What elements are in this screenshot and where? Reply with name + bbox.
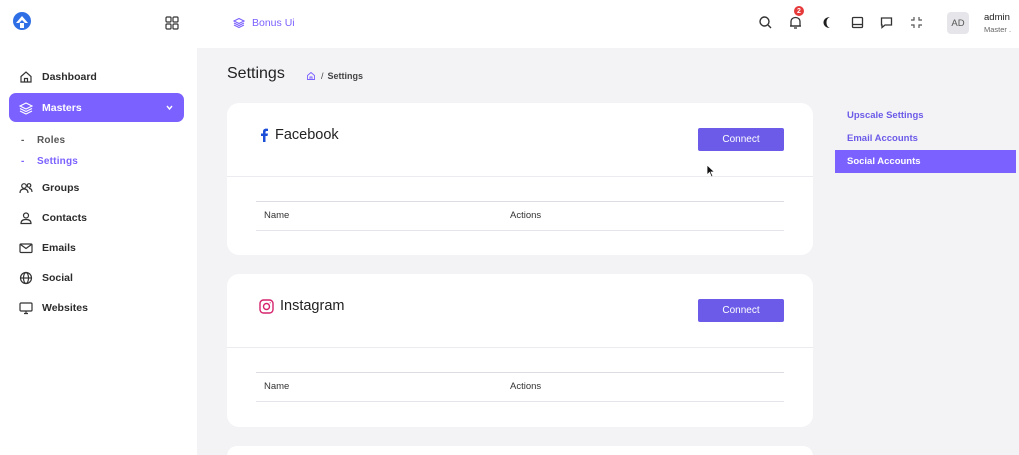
sidebar-nav: Dashboard Masters - Roles - Settings Gro…	[9, 62, 184, 323]
masters-submenu: - Roles - Settings	[9, 122, 184, 173]
card-divider	[227, 176, 813, 177]
column-header-name: Name	[264, 210, 290, 221]
user-icon	[20, 212, 32, 225]
globe-icon	[19, 271, 33, 285]
next-card	[227, 446, 813, 455]
instagram-card: Instagram Connect Name Actions	[227, 274, 813, 427]
settings-nav: Upscale Settings Email Accounts Social A…	[835, 104, 1016, 173]
table-header-border	[256, 401, 784, 402]
layers-icon	[19, 101, 33, 115]
sidebar-subitem-settings[interactable]: - Settings	[9, 151, 184, 172]
sidebar-item-label: Contacts	[42, 212, 87, 224]
sidebar-subitem-label: Settings	[37, 156, 79, 167]
page-title: Settings	[227, 65, 285, 82]
card-title: Instagram	[259, 298, 344, 314]
sidebar-item-label: Websites	[42, 302, 88, 314]
facebook-connect-button[interactable]: Connect	[698, 128, 784, 151]
home-icon[interactable]	[306, 71, 316, 81]
column-header-actions: Actions	[510, 381, 542, 392]
search-icon[interactable]	[757, 14, 774, 31]
brand-link[interactable]: Bonus Ui	[233, 17, 295, 29]
grid-menu-icon[interactable]	[165, 16, 179, 30]
sidebar-item-masters[interactable]: Masters	[9, 93, 184, 122]
facebook-icon	[261, 128, 268, 142]
bell-icon[interactable]	[787, 14, 804, 31]
top-header: Bonus Ui 2 AD admin Master .	[197, 0, 1019, 48]
sidebar-subitem-roles[interactable]: - Roles	[9, 130, 184, 151]
breadcrumb: / Settings	[306, 71, 363, 81]
sidebar-item-label: Dashboard	[42, 71, 97, 83]
avatar[interactable]: AD	[947, 12, 969, 34]
layers-icon	[233, 17, 245, 29]
sidebar-subitem-label: Roles	[37, 135, 66, 146]
sidebar-item-dashboard[interactable]: Dashboard	[9, 62, 184, 92]
sidebar-item-social[interactable]: Social	[9, 263, 184, 293]
sidebar-item-label: Social	[42, 272, 73, 284]
chevron-down-icon[interactable]	[165, 103, 174, 112]
settings-nav-email-accounts[interactable]: Email Accounts	[835, 127, 1016, 150]
fullscreen-exit-icon[interactable]	[908, 14, 925, 31]
sidebar-item-label: Emails	[42, 242, 76, 254]
user-role: Master .	[984, 25, 1012, 34]
mouse-cursor-icon	[706, 164, 716, 178]
table-header-border	[256, 372, 784, 373]
card-title-text: Facebook	[275, 127, 339, 143]
user-name[interactable]: admin	[984, 12, 1010, 23]
sidebar-item-emails[interactable]: Emails	[9, 233, 184, 263]
breadcrumb-current: Settings	[327, 71, 364, 81]
brand-label: Bonus Ui	[252, 17, 295, 29]
card-title-text: Instagram	[280, 298, 345, 314]
mail-icon	[19, 243, 33, 254]
users-icon	[19, 183, 33, 194]
card-divider	[227, 347, 813, 348]
dash-marker: -	[21, 156, 25, 167]
sidebar-item-label: Masters	[42, 101, 82, 114]
instagram-connect-button[interactable]: Connect	[698, 299, 784, 322]
column-header-actions: Actions	[510, 210, 542, 221]
chat-icon[interactable]	[878, 14, 895, 31]
table-header-border	[256, 230, 784, 231]
column-header-name: Name	[264, 381, 290, 392]
table-header-border	[256, 201, 784, 202]
settings-nav-upscale[interactable]: Upscale Settings	[835, 104, 1016, 127]
monitor-icon	[19, 302, 33, 315]
sidebar-item-label: Groups	[42, 182, 80, 194]
facebook-card: Facebook Connect Name Actions	[227, 103, 813, 255]
app-logo-icon[interactable]	[12, 11, 32, 31]
breadcrumb-separator: /	[321, 71, 324, 81]
settings-nav-social-accounts[interactable]: Social Accounts	[835, 150, 1016, 173]
moon-icon[interactable]	[819, 14, 836, 31]
instagram-icon	[259, 298, 274, 314]
sidebar-item-contacts[interactable]: Contacts	[9, 203, 184, 233]
bookmark-icon[interactable]	[849, 14, 866, 31]
dash-marker: -	[21, 135, 25, 146]
sidebar-item-websites[interactable]: Websites	[9, 293, 184, 323]
notification-badge: 2	[794, 6, 804, 16]
card-title: Facebook	[259, 127, 339, 143]
sidebar: Dashboard Masters - Roles - Settings Gro…	[0, 0, 197, 455]
home-icon	[20, 71, 32, 83]
sidebar-item-groups[interactable]: Groups	[9, 173, 184, 203]
